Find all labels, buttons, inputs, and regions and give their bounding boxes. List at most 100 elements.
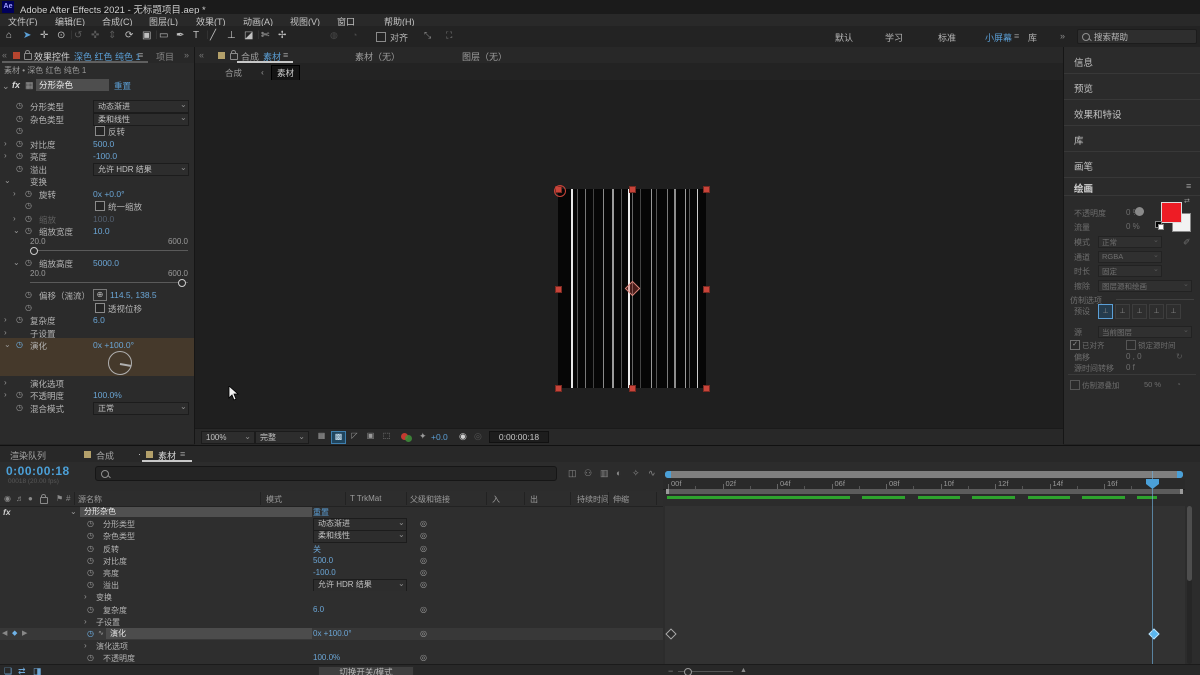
expander-icon[interactable]: › [13, 214, 16, 223]
stopwatch-icon[interactable]: ◷ [16, 101, 23, 110]
reset-icon[interactable]: ↻ [1176, 352, 1183, 361]
stopwatch-icon[interactable]: ◷ [25, 189, 32, 198]
paint-dropdown[interactable]: 图层源和绘画⌄ [1098, 280, 1192, 292]
property-checkbox[interactable] [95, 201, 105, 211]
selection-handle[interactable] [629, 385, 636, 392]
column-4[interactable]: 入 [492, 494, 500, 505]
sidebar-panel-2[interactable]: 效果和特设 [1064, 99, 1200, 126]
timeline-track-溢出[interactable] [665, 579, 1185, 592]
stopwatch-icon[interactable]: ◷ [16, 340, 23, 349]
point-picker-icon[interactable]: ⊕ [93, 289, 107, 301]
expander-icon[interactable]: › [84, 592, 87, 601]
aligned-checkbox[interactable]: ✓ [1070, 340, 1080, 350]
sidebar-panel-3[interactable]: 库 [1064, 125, 1200, 152]
fx-row-溢出[interactable]: ◷溢出允许 HDR 结果⌄ [0, 162, 194, 175]
timeline-scrollbar-thumb[interactable] [1187, 506, 1192, 581]
paint-value[interactable]: 0 % [1126, 222, 1140, 231]
keyframe-prev-icon[interactable]: ◀ [2, 629, 7, 637]
property-dropdown[interactable]: 动态渐进⌄ [313, 518, 407, 531]
expander-icon[interactable]: › [13, 189, 16, 198]
property-value[interactable]: 0x +0.0° [93, 189, 125, 199]
home-icon[interactable]: ⌂ [6, 30, 12, 41]
property-value[interactable]: 100.0 [93, 214, 114, 224]
overlay-mode-icon[interactable]: ◔ [1176, 380, 1181, 389]
pick-whip-icon[interactable]: ◎ [420, 556, 427, 565]
breadcrumb-footage[interactable]: 素材 [271, 65, 300, 81]
fx-row-子设置[interactable]: ›子设置 [0, 326, 194, 339]
property-value[interactable]: 114.5, 138.5 [110, 290, 157, 300]
stopwatch-icon[interactable]: ◷ [25, 303, 32, 312]
expander-icon[interactable]: › [84, 641, 87, 650]
expander-icon[interactable]: ⌄ [13, 226, 20, 235]
type-tool[interactable]: T [193, 30, 199, 41]
viewer-timecode[interactable]: 0:00:00:18 [489, 431, 549, 443]
pen-tool[interactable]: ✒ [176, 30, 184, 41]
fx-row-反转[interactable]: ◷反转 [0, 124, 194, 137]
resize-icon[interactable]: ⤡ [424, 30, 431, 41]
column-3[interactable]: 父级和链接 [410, 494, 450, 505]
paint-dropdown[interactable]: 当前图层⌄ [1098, 326, 1192, 338]
frame-blending-icon[interactable]: ▥ [600, 468, 609, 479]
stopwatch-icon[interactable]: ◷ [87, 568, 94, 577]
pan-camera-tool[interactable]: ✜ [91, 30, 99, 41]
tab-comp-timeline[interactable]: 合成 [96, 449, 114, 462]
stopwatch-icon[interactable]: ◷ [87, 544, 94, 553]
expander-icon[interactable]: › [4, 315, 7, 324]
puppet-pin-tool[interactable]: ✢ [278, 30, 286, 41]
timeline-row-变换[interactable]: ›变换 [0, 591, 663, 604]
timeline-row-溢出[interactable]: ◷溢出允许 HDR 结果⌄◎ [0, 579, 663, 592]
stopwatch-icon[interactable]: ◷ [87, 653, 94, 662]
expand-transfer-controls-icon[interactable]: ⇄ [18, 666, 26, 675]
mask-visibility-icon[interactable]: ▩ [331, 431, 346, 444]
pick-whip-icon[interactable]: ◎ [420, 568, 427, 577]
sidebar-panel-0[interactable]: 信息 [1064, 47, 1200, 74]
timeline-zoom-handle[interactable] [684, 668, 692, 675]
column-0[interactable]: 源名称 [78, 494, 102, 505]
breadcrumb-comp[interactable]: 合成 [225, 67, 242, 79]
fx-row-亮度[interactable]: ›◷亮度-100.0 [0, 149, 194, 162]
stopwatch-icon[interactable]: ◷ [16, 139, 23, 148]
tab-project[interactable]: 项目 [156, 50, 178, 63]
expander-icon[interactable]: › [4, 151, 7, 160]
time-navigator[interactable] [665, 471, 1183, 478]
panel-lock-icon[interactable] [24, 53, 32, 60]
fx-row-统一缩放[interactable]: ◷统一缩放 [0, 199, 194, 212]
work-area-start-handle[interactable] [666, 489, 669, 494]
stopwatch-icon[interactable]: ◷ [16, 403, 23, 412]
property-dropdown[interactable]: 允许 HDR 结果⌄ [313, 579, 407, 592]
brush-tool[interactable]: ╱ [210, 30, 216, 41]
timeline-row-对比度[interactable]: ◷对比度500.0◎ [0, 555, 663, 568]
fx-row-杂色类型[interactable]: ◷杂色类型柔和线性⌄ [0, 112, 194, 125]
paint-dropdown[interactable]: 固定⌄ [1098, 265, 1162, 277]
selection-handle[interactable] [555, 385, 562, 392]
fx-row-缩放宽度[interactable]: ⌄◷缩放宽度10.0 [0, 224, 194, 237]
stopwatch-icon[interactable]: ◷ [25, 290, 32, 299]
pixel-aspect-icon[interactable]: ⬚ [380, 431, 393, 442]
stopwatch-icon[interactable]: ◷ [87, 605, 94, 614]
timeline-zoom-out-icon[interactable]: − [668, 666, 673, 675]
expander-icon[interactable]: › [84, 617, 87, 626]
fx-row-旋转[interactable]: ›◷旋转0x +0.0° [0, 187, 194, 200]
property-value[interactable]: 关 [313, 544, 321, 555]
shy-layers-icon[interactable]: ⚇ [584, 468, 592, 479]
expander-icon[interactable]: ⌄ [4, 340, 11, 349]
stopwatch-icon[interactable]: ◷ [87, 580, 94, 589]
column-1[interactable]: 模式 [266, 494, 282, 505]
effect-name[interactable]: 分形杂色 [36, 79, 109, 91]
fx-row-缩放高度[interactable]: ⌄◷缩放高度5000.0 [0, 256, 194, 269]
clone-preset-5[interactable]: ⊥ [1166, 304, 1181, 319]
hand-tool[interactable]: ✛ [40, 30, 48, 41]
sidebar-panel-1[interactable]: 预览 [1064, 73, 1200, 100]
workspace-tab-1[interactable]: 学习 [885, 31, 903, 44]
stopwatch-icon[interactable]: ◷ [16, 390, 23, 399]
workspace-tab-2[interactable]: 标准 [938, 31, 956, 44]
property-checkbox[interactable] [95, 126, 105, 136]
property-value[interactable]: 0x +100.0° [93, 340, 134, 350]
sidebar-panel-4[interactable]: 画笔 [1064, 151, 1200, 178]
panel-overflow-icon[interactable]: » [184, 50, 189, 60]
timeline-track-演化选项[interactable] [665, 640, 1185, 653]
toggle-switches-modes-button[interactable]: 切换开关/模式 [318, 666, 414, 675]
expander-icon[interactable]: ⌄ [4, 176, 11, 185]
clone-preset-2[interactable]: ⊥ [1115, 304, 1130, 319]
fx-row-不透明度[interactable]: ›◷不透明度100.0% [0, 388, 194, 401]
